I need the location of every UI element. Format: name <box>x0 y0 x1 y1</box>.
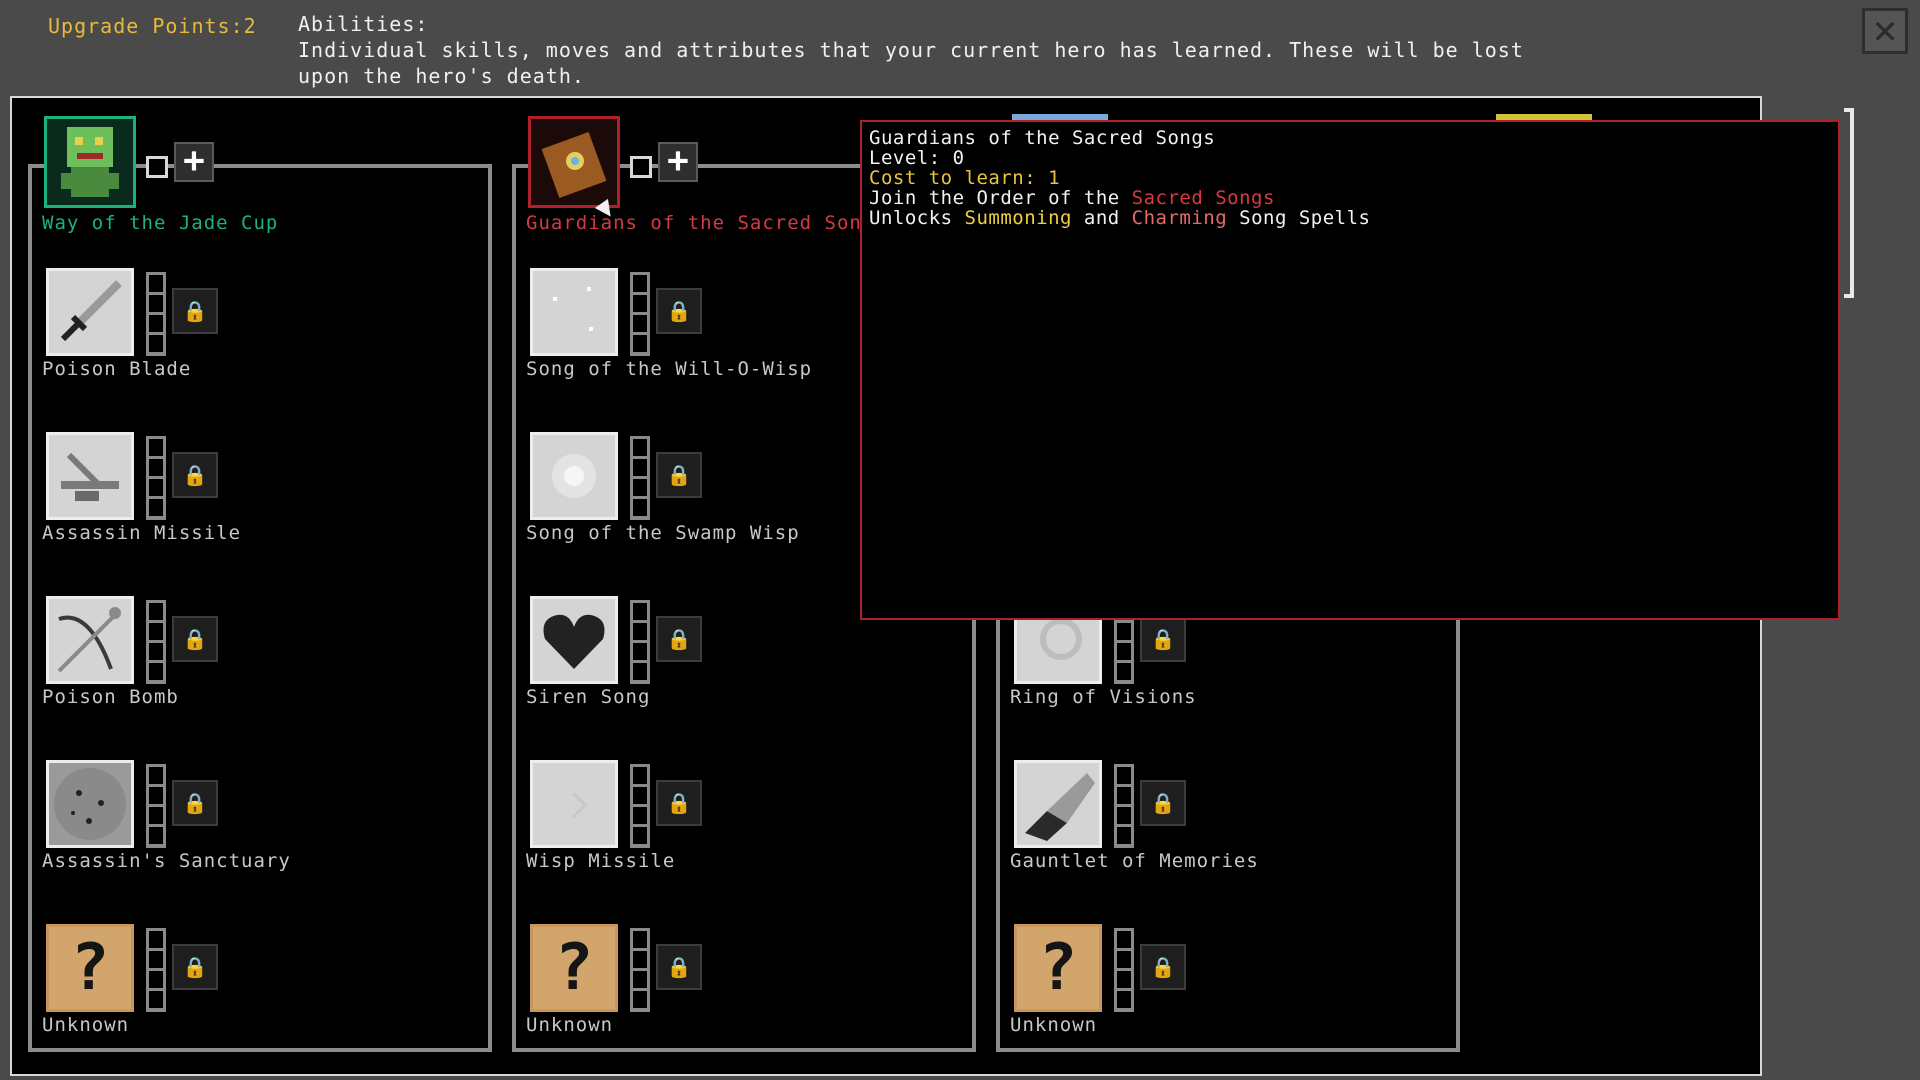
upgrade-slot <box>630 156 652 178</box>
skill-assassin-missile[interactable]: 🔒 Assassin Missile <box>42 432 482 582</box>
wisp-orb-icon <box>530 432 618 520</box>
lock-icon: 🔒 <box>172 288 218 334</box>
skill-unknown[interactable]: ? 🔒 Unknown <box>1010 924 1450 1074</box>
upgrade-slot <box>146 156 168 178</box>
lock-icon: 🔒 <box>172 944 218 990</box>
level-ladder <box>146 272 166 356</box>
song-book-icon[interactable] <box>528 116 620 208</box>
level-ladder <box>630 764 650 848</box>
level-ladder <box>146 764 166 848</box>
skill-poison-bomb[interactable]: 🔒 Poison Bomb <box>42 596 482 746</box>
add-skill-button[interactable]: + <box>174 142 214 182</box>
skill-name: Poison Blade <box>42 358 192 380</box>
close-button[interactable]: ✕ <box>1862 8 1908 54</box>
wisp-arrow-icon <box>530 760 618 848</box>
question-mark-icon: ? <box>46 924 134 1012</box>
skill-assassins-sanctuary[interactable]: 🔒 Assassin's Sanctuary <box>42 760 482 910</box>
lock-icon: 🔒 <box>656 616 702 662</box>
question-mark-icon: ? <box>1014 924 1102 1012</box>
skill-unknown[interactable]: ? 🔒 Unknown <box>526 924 966 1074</box>
skill-gauntlet-of-memories[interactable]: 🔒 Gauntlet of Memories <box>1010 760 1450 910</box>
skill-name: Gauntlet of Memories <box>1010 850 1259 872</box>
lock-icon: 🔒 <box>172 780 218 826</box>
skill-poison-blade[interactable]: 🔒 Poison Blade <box>42 268 482 418</box>
lock-icon: 🔒 <box>172 452 218 498</box>
column-jade-cup: + Way of the Jade Cup 🔒 Poison Blade 🔒 A… <box>0 0 492 1080</box>
skill-name: Siren Song <box>526 686 651 708</box>
skill-name: Unknown <box>42 1014 130 1036</box>
column-title: Way of the Jade Cup <box>42 212 279 234</box>
skill-name: Assassin Missile <box>42 522 242 544</box>
tooltip-cost: Cost to learn: 1 <box>869 167 1061 189</box>
ability-tooltip: Guardians of the Sacred Songs Level: 0 C… <box>860 120 1840 620</box>
level-ladder <box>1114 928 1134 1012</box>
level-ladder <box>146 436 166 520</box>
tooltip-unlocks: Unlocks Summoning and Charming Song Spel… <box>869 207 1371 229</box>
level-ladder <box>630 272 650 356</box>
level-ladder <box>630 600 650 684</box>
lock-icon: 🔒 <box>1140 944 1186 990</box>
skill-name: Assassin's Sanctuary <box>42 850 291 872</box>
lock-icon: 🔒 <box>656 452 702 498</box>
skill-name: Unknown <box>526 1014 614 1036</box>
jade-cup-icon[interactable] <box>44 116 136 208</box>
heart-icon <box>530 596 618 684</box>
skill-name: Poison Bomb <box>42 686 179 708</box>
crossbow-icon <box>46 432 134 520</box>
gauntlet-icon <box>1014 760 1102 848</box>
tooltip-level: Level: 0 <box>869 147 965 169</box>
level-ladder <box>630 436 650 520</box>
skill-name: Song of the Swamp Wisp <box>526 522 800 544</box>
skill-name: Ring of Visions <box>1010 686 1197 708</box>
column-title: Guardians of the Sacred Song <box>526 212 875 234</box>
level-ladder <box>1114 764 1134 848</box>
skill-name: Song of the Will-O-Wisp <box>526 358 813 380</box>
tooltip-title: Guardians of the Sacred Songs <box>869 127 1216 149</box>
lock-icon: 🔒 <box>656 288 702 334</box>
add-skill-button[interactable]: + <box>658 142 698 182</box>
tooltip-join: Join the Order of the Sacred Songs <box>869 187 1275 209</box>
lock-icon: 🔒 <box>656 944 702 990</box>
bow-icon <box>46 596 134 684</box>
connector-line <box>698 164 858 168</box>
lock-icon: 🔒 <box>656 780 702 826</box>
skill-name: Wisp Missile <box>526 850 676 872</box>
dagger-icon <box>46 268 134 356</box>
lock-icon: 🔒 <box>1140 780 1186 826</box>
level-ladder <box>146 928 166 1012</box>
lock-icon: 🔒 <box>1140 616 1186 662</box>
question-mark-icon: ? <box>530 924 618 1012</box>
connector-line <box>214 164 484 168</box>
skill-unknown[interactable]: ? 🔒 Unknown <box>42 924 482 1074</box>
skill-name: Unknown <box>1010 1014 1098 1036</box>
side-bracket <box>1844 108 1854 298</box>
close-x-icon: ✕ <box>1872 7 1898 53</box>
lock-icon: 🔒 <box>172 616 218 662</box>
stone-circle-icon <box>46 760 134 848</box>
level-ladder <box>146 600 166 684</box>
sparkle-icon <box>530 268 618 356</box>
skill-wisp-missile[interactable]: 🔒 Wisp Missile <box>526 760 966 910</box>
level-ladder <box>630 928 650 1012</box>
